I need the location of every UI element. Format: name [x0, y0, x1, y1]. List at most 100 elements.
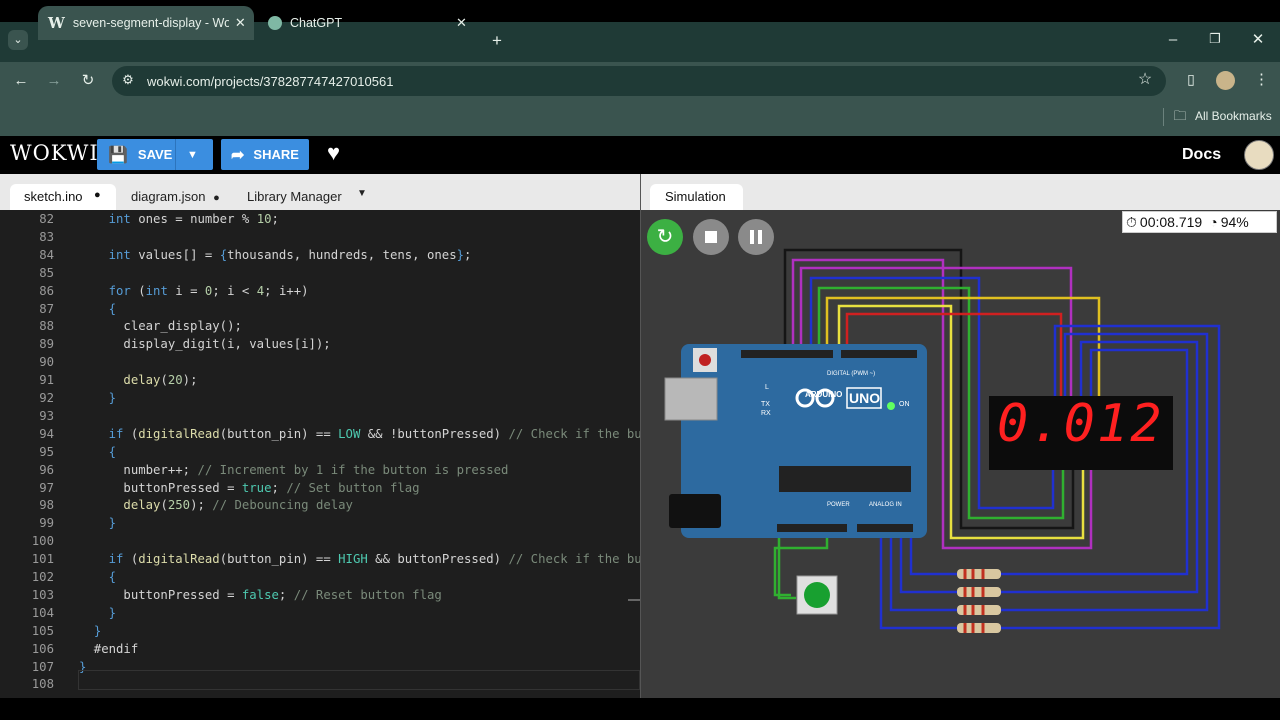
line-number: 98 [39, 498, 54, 513]
minimize-icon[interactable]: – [1164, 32, 1182, 47]
line-number: 96 [39, 462, 54, 477]
code-text: } [108, 516, 117, 531]
new-tab-icon[interactable]: + [488, 32, 506, 49]
profile-avatar[interactable] [1216, 71, 1235, 90]
folder-icon: 🗀 [1173, 108, 1187, 123]
code-text: buttonPressed = true; // Set button flag [79, 480, 420, 495]
code-line[interactable]: 95 { [0, 443, 640, 461]
code-line[interactable]: 90 [0, 353, 640, 371]
all-bookmarks-link[interactable]: All Bookmarks [1195, 109, 1272, 123]
site-info-icon[interactable]: ⚙ [120, 73, 136, 86]
unsaved-dot-icon: ● [213, 192, 220, 204]
simulation-speed: 94% [1220, 214, 1249, 230]
reload-icon[interactable]: ↻ [79, 73, 97, 88]
on-label: ON [899, 401, 910, 408]
line-number: 90 [39, 355, 54, 370]
code-line[interactable]: 99 } [0, 514, 640, 532]
save-icon: 💾 [108, 146, 128, 164]
power-label: POWER [827, 502, 850, 508]
tab-diagram-json[interactable]: diagram.json ● [131, 189, 220, 204]
save-button[interactable]: 💾 SAVE ▼ [97, 139, 213, 170]
browser-tab-chatgpt[interactable]: ChatGPT ✕ [258, 6, 478, 40]
stop-simulation-button[interactable] [693, 219, 729, 255]
code-line[interactable]: 102 { [0, 568, 640, 586]
tab-simulation[interactable]: Simulation [650, 184, 743, 210]
code-line[interactable]: 101 if (digitalRead(button_pin) == HIGH … [0, 550, 640, 568]
editor-scroll-marker[interactable] [628, 599, 640, 601]
code-line[interactable]: 88 clear_display(); [0, 317, 640, 335]
close-window-icon[interactable]: ✕ [1249, 32, 1267, 47]
share-button[interactable]: ➦ SHARE [221, 139, 309, 170]
user-avatar[interactable] [1244, 140, 1274, 170]
line-number: 91 [39, 373, 54, 388]
heart-icon[interactable]: ♥ [327, 140, 340, 166]
forward-icon[interactable]: → [45, 73, 63, 88]
close-tab-icon[interactable]: ✕ [456, 15, 467, 31]
line-number: 108 [31, 677, 54, 692]
bookmark-star-icon[interactable]: ☆ [1136, 72, 1154, 88]
code-line[interactable]: 96 number++; // Increment by 1 if the bu… [0, 461, 640, 479]
docs-link[interactable]: Docs [1182, 146, 1221, 164]
pause-icon [750, 230, 754, 244]
url-text[interactable]: wokwi.com/projects/378287747427010561 [147, 74, 393, 89]
code-line[interactable]: 92 } [0, 389, 640, 407]
analog-label: ANALOG IN [869, 502, 902, 508]
code-line[interactable]: 104 } [0, 604, 640, 622]
browser-tab-wokwi[interactable]: W seven-segment-display - Wokwi ✕ [38, 6, 254, 40]
code-line[interactable]: 89 display_digit(i, values[i]); [0, 335, 640, 353]
tabs-dropdown-icon[interactable]: ▼ [357, 188, 367, 199]
line-number: 102 [31, 570, 54, 584]
code-line[interactable]: 93 [0, 407, 640, 425]
l-label: L [765, 384, 769, 391]
back-icon[interactable]: ← [12, 73, 30, 88]
wire-blue-2 [879, 324, 1221, 630]
line-number: 95 [39, 444, 54, 459]
line-number: 84 [39, 247, 54, 262]
pause-simulation-button[interactable] [738, 219, 774, 255]
line-number: 87 [39, 301, 54, 316]
code-text: { [108, 444, 117, 459]
tab-sketch-ino[interactable]: sketch.ino ● [10, 184, 116, 210]
code-line[interactable]: 105 } [0, 622, 640, 640]
close-tab-icon[interactable]: ✕ [235, 15, 246, 31]
display-digits: 0.012 [997, 394, 1164, 454]
simulation-canvas[interactable]: ARDUINO UNO ON TX RX L DIGITAL (PWM ~) P… [641, 210, 1280, 698]
line-number: 88 [39, 319, 54, 334]
code-line[interactable]: 86 for (int i = 0; i < 4; i++) [0, 282, 640, 300]
code-line[interactable]: 91 delay(20); [0, 371, 640, 389]
code-text: { [108, 301, 117, 316]
tab-title: seven-segment-display - Wokwi [72, 16, 229, 30]
save-dropdown-chevron-icon[interactable]: ▼ [187, 149, 198, 161]
restore-icon[interactable]: ❐ [1206, 32, 1224, 45]
code-text: } [108, 391, 117, 405]
line-number: 100 [31, 534, 54, 549]
code-line[interactable]: 83 [0, 228, 640, 246]
code-line[interactable]: 106 #endif [0, 640, 640, 658]
wokwi-favicon-icon: W [48, 14, 65, 32]
tab-library-manager[interactable]: Library Manager [247, 189, 342, 204]
save-split-divider [175, 139, 176, 170]
code-line[interactable]: 84 int values[] = {thousands, hundreds, … [0, 246, 640, 264]
code-line[interactable]: 94 if (digitalRead(button_pin) == LOW &&… [0, 425, 640, 443]
side-panel-icon[interactable]: ▯ [1182, 72, 1200, 86]
code-text: } [108, 605, 117, 620]
code-text: delay(20); [123, 373, 198, 388]
code-line[interactable]: 98 delay(250); // Debouncing delay [0, 496, 640, 514]
code-line[interactable]: 87 { [0, 300, 640, 318]
code-editor[interactable]: 82 int ones = number % 10; 83 84 int value… [0, 210, 640, 698]
uno-label: UNO [849, 390, 881, 406]
code-line[interactable]: 100 [0, 532, 640, 550]
menu-dots-icon[interactable]: ⋮ [1254, 72, 1269, 87]
code-line[interactable]: 82 int ones = number % 10; [0, 210, 640, 228]
circuit-diagram [664, 248, 1221, 633]
code-line[interactable]: 85 [0, 264, 640, 282]
restart-simulation-button[interactable]: ↻ [647, 219, 683, 255]
code-text: for (int i = 0; i < 4; i++) [108, 283, 309, 298]
code-line[interactable]: 97 buttonPressed = true; // Set button f… [0, 479, 640, 497]
tab-label: diagram.json [131, 189, 206, 204]
wokwi-logo[interactable]: WOKWI [10, 141, 99, 165]
restart-icon: ↻ [656, 226, 674, 248]
resistors [957, 569, 1001, 633]
code-line[interactable]: 103 buttonPressed = false; // Reset butt… [0, 586, 640, 604]
tab-search-icon[interactable]: ⌄ [8, 30, 28, 50]
